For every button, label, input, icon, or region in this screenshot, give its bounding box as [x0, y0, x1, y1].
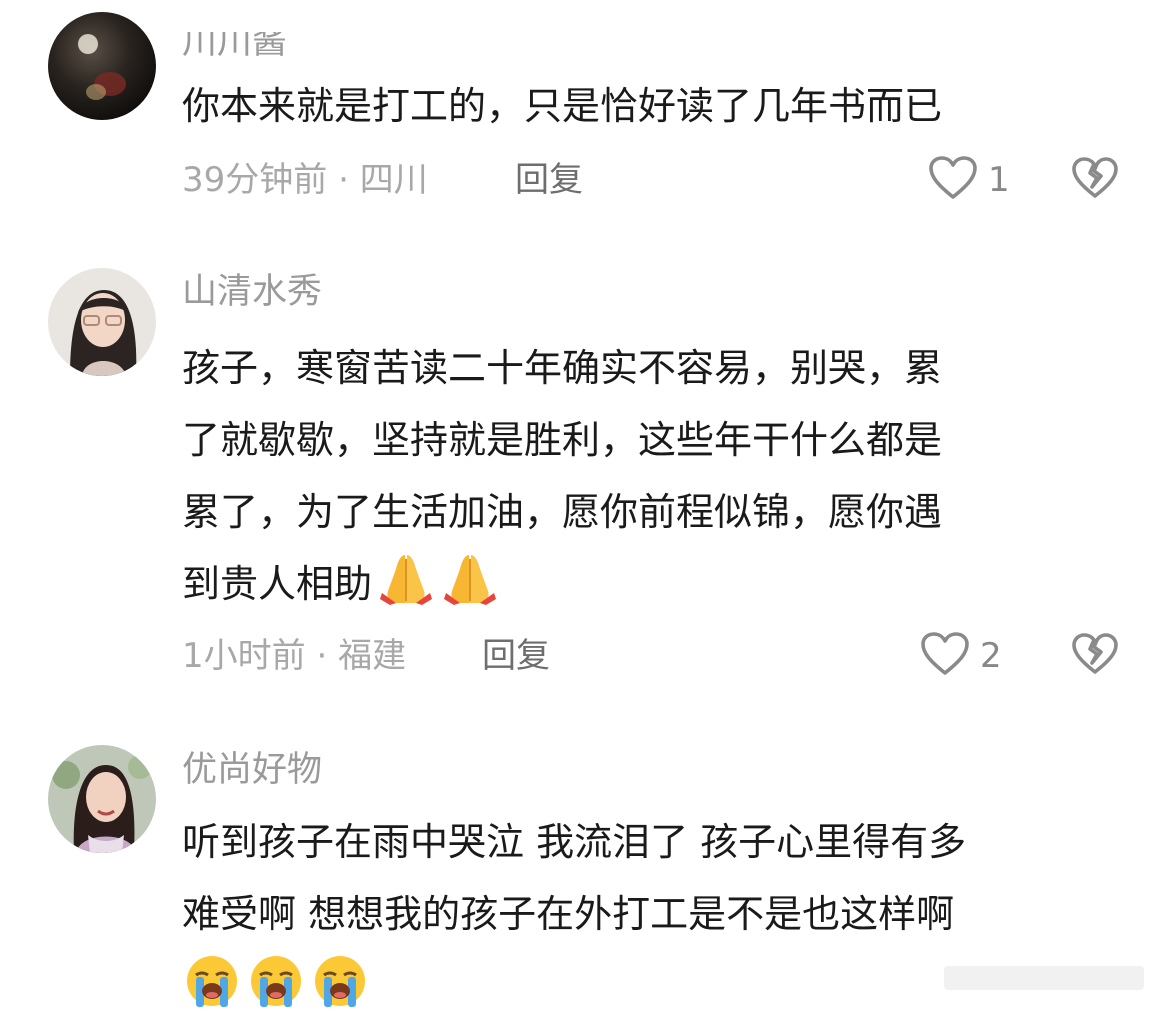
loudly-crying-face-emoji [246, 953, 306, 1009]
like-count: 1 [988, 160, 1010, 200]
comment-time: 1小时前 [182, 636, 306, 676]
comment-text-fragment: 到贵人相助 [182, 562, 373, 606]
comment-text-line: 听到孩子在雨中哭泣 我流泪了 孩子心里得有多 [182, 820, 967, 864]
username[interactable]: 山清水秀 [182, 270, 322, 314]
comment-location: 福建 [338, 636, 407, 676]
username[interactable]: 川川酱 [182, 32, 287, 64]
comment-meta: 39分钟前 · 四川 [182, 156, 428, 204]
reply-button[interactable]: 回复 [482, 632, 550, 680]
comment-text: 孩子，寒窗苦读二十年确实不容易，别哭，累 了就歇歇，坚持就是胜利，这些年干什么都… [182, 332, 1122, 620]
heart-outline-icon [928, 155, 978, 205]
folded-hands-emoji [376, 551, 436, 607]
broken-heart-icon [1071, 632, 1119, 680]
avatar[interactable] [48, 12, 156, 120]
heart-outline-icon [920, 631, 970, 681]
reply-button[interactable]: 回复 [515, 156, 583, 204]
comment-text-line: 到贵人相助 [182, 548, 1122, 620]
comment-text-line: 了就歇歇，坚持就是胜利，这些年干什么都是 [182, 418, 943, 462]
comment-text-line: 你本来就是打工的，只是恰好读了几年书而已 [182, 84, 943, 128]
avatar[interactable] [48, 745, 156, 853]
broken-heart-icon [1071, 156, 1119, 204]
username[interactable]: 优尚好物 [182, 748, 322, 792]
comment-text: 你本来就是打工的，只是恰好读了几年书而已 [182, 70, 1122, 142]
comment-text-line: 难受啊 想想我的孩子在外打工是不是也这样啊 [182, 892, 955, 936]
meta-separator: · [305, 636, 339, 676]
meta-separator: · [327, 160, 360, 200]
dislike-button[interactable] [1070, 156, 1120, 204]
comment-text-line: 孩子，寒窗苦读二十年确实不容易，别哭，累 [182, 346, 943, 390]
dislike-button[interactable] [1070, 632, 1120, 680]
like-button[interactable]: 2 [920, 632, 1002, 680]
loudly-crying-face-emoji [310, 953, 370, 1009]
comment-text-line: 累了，为了生活加油，愿你前程似锦，愿你遇 [182, 490, 943, 534]
comment-time: 39分钟前 [182, 160, 328, 200]
comment-location: 四川 [359, 160, 428, 200]
like-button[interactable]: 1 [928, 156, 1010, 204]
watermark-logo [940, 958, 1160, 998]
folded-hands-emoji [440, 551, 500, 607]
avatar[interactable] [48, 268, 156, 376]
like-count: 2 [980, 636, 1002, 676]
comment-meta: 1小时前 · 福建 [182, 632, 406, 680]
loudly-crying-face-emoji [182, 953, 242, 1009]
